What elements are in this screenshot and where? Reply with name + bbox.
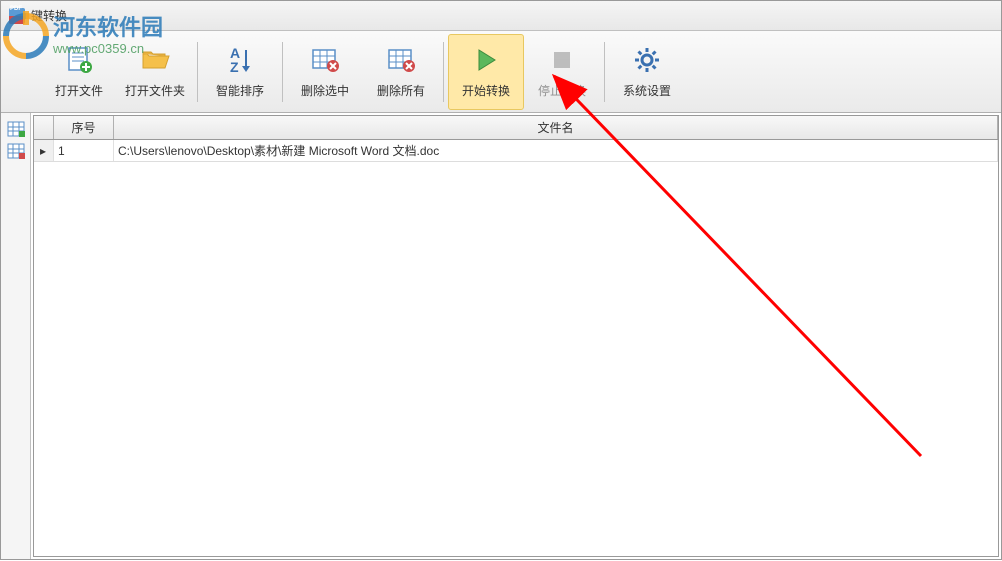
stop-icon <box>546 44 578 76</box>
table-header: 序号 文件名 <box>34 116 998 140</box>
toolbar-separator <box>197 42 198 102</box>
open-folder-label: 打开文件夹 <box>125 82 185 99</box>
stop-convert-button: 停止转换 <box>524 34 600 110</box>
toolbar-separator <box>282 42 283 102</box>
delete-all-label: 删除所有 <box>377 82 425 99</box>
svg-text:Z: Z <box>230 59 239 75</box>
toolbar: 打开文件 打开文件夹 A Z 智能排序 <box>1 31 1001 113</box>
open-file-button[interactable]: 打开文件 <box>41 34 117 110</box>
folder-open-icon <box>139 44 171 76</box>
stop-convert-label: 停止转换 <box>538 82 586 99</box>
start-convert-label: 开始转换 <box>462 82 510 99</box>
td-seq: 1 <box>54 140 114 161</box>
th-row-marker <box>34 116 54 139</box>
sort-az-icon: A Z <box>224 44 256 76</box>
td-filename: C:\Users\lenovo\Desktop\素材\新建 Microsoft … <box>114 140 998 161</box>
delete-selected-button[interactable]: 删除选中 <box>287 34 363 110</box>
title-bar: 键转换 <box>1 1 1001 31</box>
table-delete-all-icon <box>385 44 417 76</box>
system-settings-button[interactable]: 系统设置 <box>609 34 685 110</box>
play-icon <box>470 44 502 76</box>
system-settings-label: 系统设置 <box>623 82 671 99</box>
window-title: 键转换 <box>31 7 67 24</box>
side-table-delete-icon[interactable] <box>4 141 28 161</box>
side-panel <box>1 113 31 559</box>
side-table-icon[interactable] <box>4 119 28 139</box>
content-area: 序号 文件名 ▸ 1 C:\Users\lenovo\Desktop\素材\新建… <box>1 113 1001 559</box>
open-file-label: 打开文件 <box>55 82 103 99</box>
row-marker: ▸ <box>34 140 54 161</box>
main-content: 序号 文件名 ▸ 1 C:\Users\lenovo\Desktop\素材\新建… <box>31 113 1001 559</box>
open-folder-button[interactable]: 打开文件夹 <box>117 34 193 110</box>
th-filename[interactable]: 文件名 <box>114 116 998 139</box>
start-convert-button[interactable]: 开始转换 <box>448 34 524 110</box>
table-row[interactable]: ▸ 1 C:\Users\lenovo\Desktop\素材\新建 Micros… <box>34 140 998 162</box>
app-icon <box>9 8 25 24</box>
toolbar-separator <box>443 42 444 102</box>
toolbar-separator <box>604 42 605 102</box>
table-delete-icon <box>309 44 341 76</box>
file-add-icon <box>63 44 95 76</box>
gear-icon <box>631 44 663 76</box>
file-table: 序号 文件名 ▸ 1 C:\Users\lenovo\Desktop\素材\新建… <box>33 115 999 557</box>
th-seq[interactable]: 序号 <box>54 116 114 139</box>
delete-all-button[interactable]: 删除所有 <box>363 34 439 110</box>
smart-sort-button[interactable]: A Z 智能排序 <box>202 34 278 110</box>
delete-selected-label: 删除选中 <box>301 82 349 99</box>
smart-sort-label: 智能排序 <box>216 82 264 99</box>
